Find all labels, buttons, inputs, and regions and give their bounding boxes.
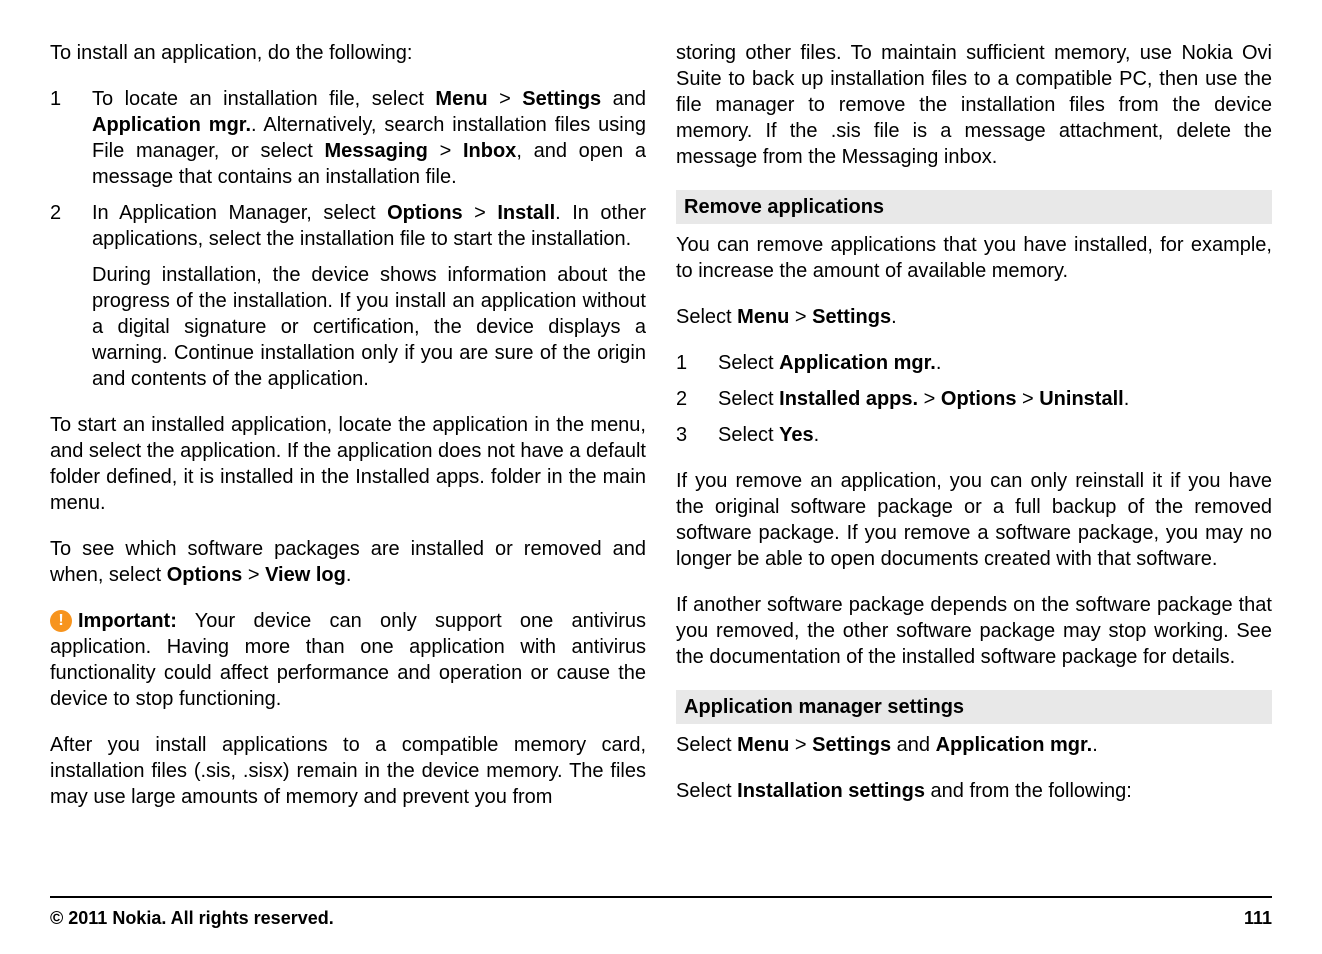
page-footer: © 2011 Nokia. All rights reserved. 111 (50, 896, 1272, 929)
left-column: To install an application, do the follow… (50, 40, 646, 870)
step-2-sub: During installation, the device shows in… (92, 262, 646, 392)
section-app-mgr-settings-header: Application manager settings (676, 690, 1272, 724)
remove-step-3: 3 Select Yes. (676, 422, 1272, 448)
remove-steps: 1 Select Application mgr.. 2 Select Inst… (676, 350, 1272, 448)
right-column: storing other files. To maintain suffici… (676, 40, 1272, 870)
exclamation-icon: ! (50, 610, 72, 632)
important-label: Important: (78, 610, 177, 632)
step-number: 2 (676, 386, 718, 412)
para-view-log: To see which software packages are insta… (50, 536, 646, 588)
step-number: 3 (676, 422, 718, 448)
step-2: 2 In Application Manager, select Options… (50, 200, 646, 252)
remove-step-1: 1 Select Application mgr.. (676, 350, 1272, 376)
remove-select: Select Menu > Settings. (676, 304, 1272, 330)
remove-para2: If you remove an application, you can on… (676, 468, 1272, 572)
step-content: Select Application mgr.. (718, 350, 1272, 376)
remove-para3: If another software package depends on t… (676, 592, 1272, 670)
step-1: 1 To locate an installation file, select… (50, 86, 646, 190)
settings-para2: Select Installation settings and from th… (676, 778, 1272, 804)
copyright-text: © 2011 Nokia. All rights reserved. (50, 908, 334, 929)
important-note: !Important: Your device can only support… (50, 608, 646, 712)
install-steps: 1 To locate an installation file, select… (50, 86, 646, 392)
step-number: 2 (50, 200, 92, 252)
para-memory-card: After you install applications to a comp… (50, 732, 646, 810)
step-content: Select Installed apps. > Options > Unins… (718, 386, 1272, 412)
step-content: In Application Manager, select Options >… (92, 200, 646, 252)
section-remove-apps-header: Remove applications (676, 190, 1272, 224)
page-number: 111 (1244, 908, 1272, 929)
intro-text: To install an application, do the follow… (50, 40, 646, 66)
remove-step-2: 2 Select Installed apps. > Options > Uni… (676, 386, 1272, 412)
para-cont: storing other files. To maintain suffici… (676, 40, 1272, 170)
step-number: 1 (50, 86, 92, 190)
page-columns: To install an application, do the follow… (50, 40, 1272, 870)
para-start-app: To start an installed application, locat… (50, 412, 646, 516)
step-content: Select Yes. (718, 422, 1272, 448)
remove-intro: You can remove applications that you hav… (676, 232, 1272, 284)
step-number: 1 (676, 350, 718, 376)
step-content: To locate an installation file, select M… (92, 86, 646, 190)
settings-select: Select Menu > Settings and Application m… (676, 732, 1272, 758)
